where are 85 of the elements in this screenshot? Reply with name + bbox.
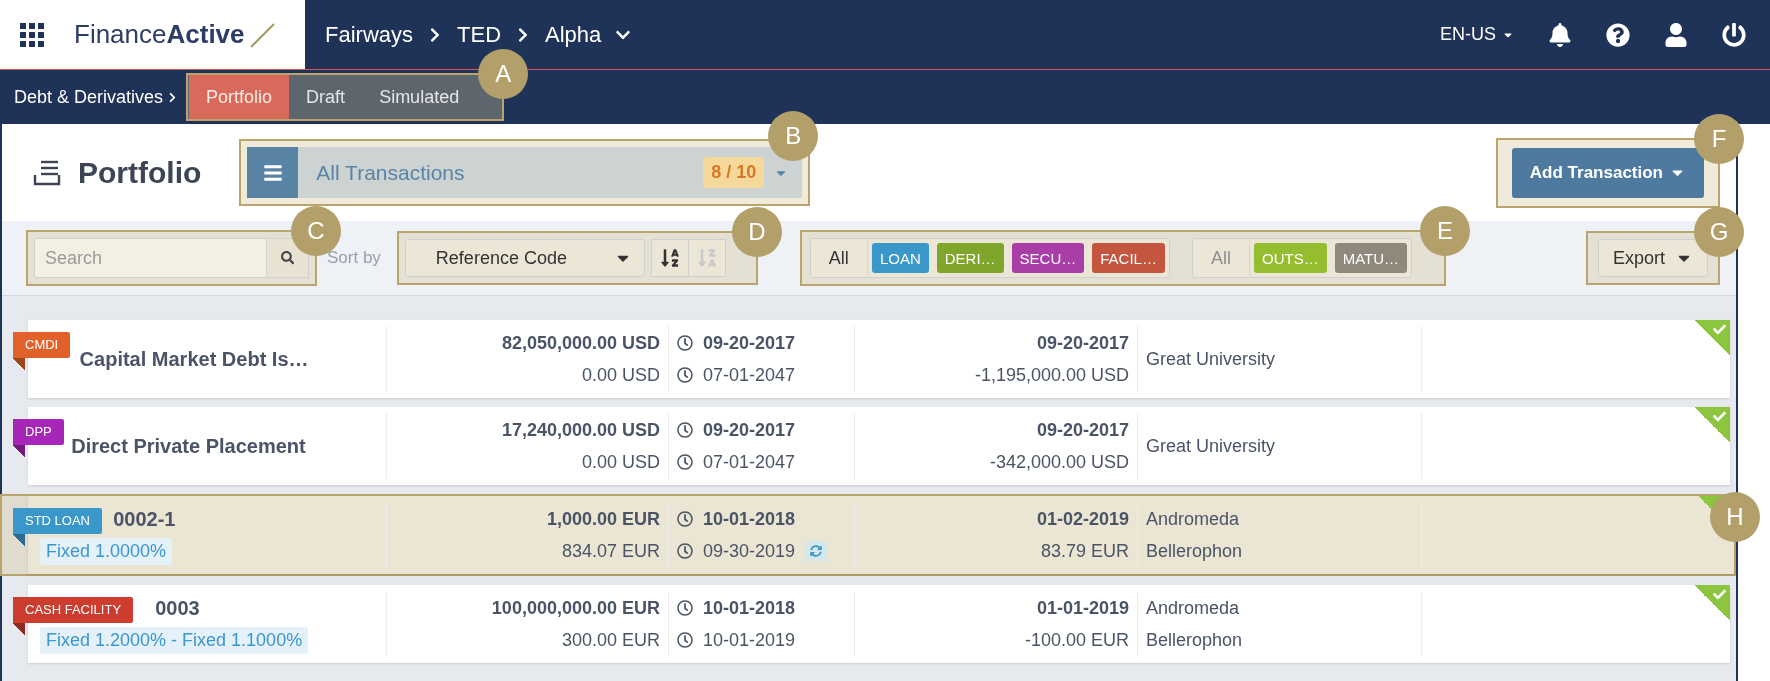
help-icon[interactable] — [1606, 22, 1630, 47]
next-amount: 83.79 EUR — [1040, 540, 1129, 562]
outstanding-text: 300.00 EUR — [561, 629, 660, 651]
sort-dropdown[interactable]: Reference Code — [404, 239, 645, 277]
count-badge: 8 / 10 — [703, 157, 765, 188]
clock-icon — [677, 335, 693, 351]
breadcrumb-link[interactable]: TED — [457, 21, 501, 48]
filter-chip[interactable]: FACIL… — [1092, 243, 1165, 273]
notifications-icon[interactable] — [1548, 22, 1572, 47]
next-date: 01-02-2019 — [1036, 508, 1129, 530]
sort-alpha-icon — [696, 248, 717, 268]
end-date: 10-01-2019 — [703, 629, 796, 651]
amount-text: 100,000,000.00 EUR — [491, 597, 660, 619]
section-link[interactable]: Debt & Derivatives — [14, 86, 164, 108]
refresh-icon — [810, 545, 823, 557]
view-tab[interactable]: Simulated — [362, 75, 477, 119]
refresh-button[interactable] — [805, 541, 828, 561]
filter-chip[interactable]: LOAN — [871, 243, 929, 273]
search-icon — [280, 251, 295, 265]
outstanding-text: 0.00 USD — [581, 451, 660, 473]
clock-icon — [677, 543, 693, 559]
sort-ascending-button[interactable] — [650, 239, 689, 277]
clock-icon — [677, 511, 693, 527]
amount-text: 82,050,000.00 USD — [501, 332, 660, 354]
end-date: 07-01-2047 — [703, 451, 796, 473]
callout-badge: E — [1420, 206, 1471, 256]
callout-badge: G — [1694, 207, 1744, 257]
apps-grid-icon[interactable] — [20, 22, 44, 47]
filter-all-button[interactable]: All — [810, 239, 868, 277]
logo-slash-icon — [248, 21, 275, 48]
rate-badge: Fixed 1.2000% - Fixed 1.1000% — [40, 626, 309, 654]
view-tab[interactable]: Draft — [289, 75, 363, 119]
callout-badge: A — [478, 49, 529, 99]
next-amount: -1,195,000.00 USD — [974, 364, 1129, 386]
lender-text: Great University — [1146, 435, 1276, 457]
sort-alpha-icon — [659, 248, 680, 268]
outstanding-text: 0.00 USD — [581, 364, 660, 386]
next-amount: -100.00 EUR — [1024, 629, 1129, 651]
end-date: 09-30-2019 — [703, 540, 796, 562]
rate-badge: Fixed 1.0000% — [40, 537, 173, 565]
clock-icon — [677, 367, 693, 383]
end-date: 07-01-2047 — [703, 364, 796, 386]
start-date: 09-20-2017 — [703, 332, 796, 354]
menu-icon — [262, 162, 283, 183]
transaction-name: 0003 — [155, 596, 200, 620]
next-date: 01-01-2019 — [1036, 597, 1129, 619]
transaction-name: Direct Private Placement — [71, 434, 306, 458]
start-date: 10-01-2018 — [703, 508, 796, 530]
export-button[interactable]: Export — [1597, 239, 1708, 277]
breadcrumb-link[interactable]: Fairways — [325, 21, 413, 48]
type-tag: DPP — [13, 419, 64, 445]
callout-badge: D — [731, 207, 782, 257]
filter-chip[interactable]: MATU… — [1334, 243, 1408, 273]
lender-text: Great University — [1146, 348, 1276, 370]
breadcrumb-link[interactable]: Alpha — [545, 21, 602, 48]
clock-icon — [677, 454, 693, 470]
start-date: 09-20-2017 — [703, 419, 796, 441]
user-icon[interactable] — [1664, 22, 1688, 47]
counterparty-text: Bellerophon — [1146, 540, 1243, 562]
next-date: 09-20-2017 — [1036, 419, 1129, 441]
logo-wordmark: FinanceActive — [74, 19, 245, 50]
start-date: 10-01-2018 — [703, 597, 796, 619]
amount-text: 1,000.00 EUR — [546, 508, 660, 530]
filter-chip[interactable]: SECU… — [1011, 243, 1085, 273]
clock-icon — [677, 600, 693, 616]
lender-text: Andromeda — [1146, 508, 1240, 530]
power-icon[interactable] — [1722, 22, 1746, 47]
transaction-name: 0002-1 — [113, 507, 176, 531]
clock-icon — [677, 422, 693, 438]
clock-icon — [677, 632, 693, 648]
next-date: 09-20-2017 — [1036, 332, 1129, 354]
language-selector[interactable]: EN-US — [1440, 24, 1514, 45]
counterparty-text: Bellerophon — [1146, 629, 1243, 651]
outstanding-text: 834.07 EUR — [561, 540, 660, 562]
list-tray-icon — [32, 158, 62, 187]
lender-text: Andromeda — [1146, 597, 1240, 619]
add-transaction-button[interactable]: Add Transaction — [1511, 147, 1704, 198]
amount-text: 17,240,000.00 USD — [501, 419, 660, 441]
type-tag: CMDI — [13, 332, 71, 358]
next-amount: -342,000.00 USD — [989, 451, 1129, 473]
transaction-name: Capital Market Debt Is… — [79, 347, 309, 371]
type-tag: CASH FACILITY — [13, 597, 134, 623]
page-title: Portfolio — [78, 155, 202, 190]
type-tag: STD LOAN — [13, 508, 102, 534]
search-field[interactable]: Search — [34, 238, 267, 278]
